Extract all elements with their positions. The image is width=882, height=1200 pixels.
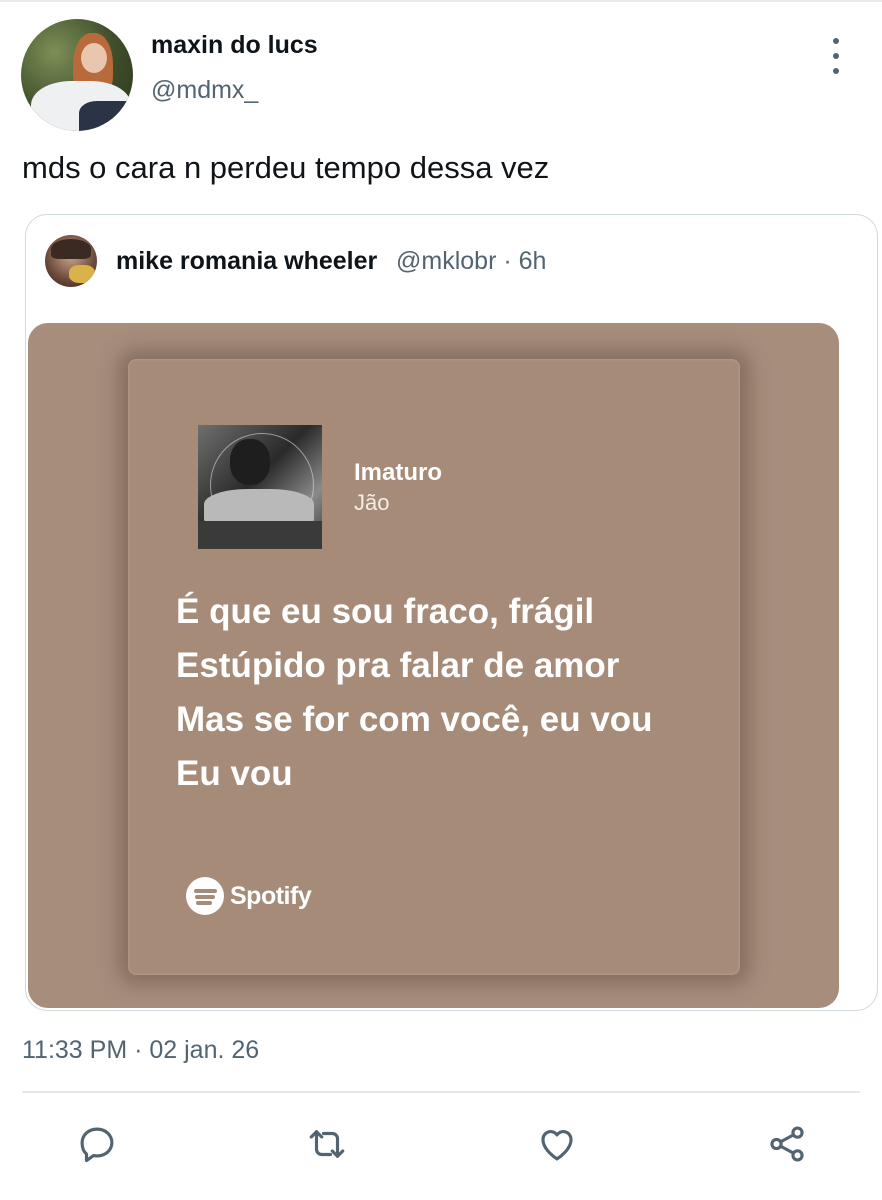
tweet-timestamp[interactable]: 11:33 PM · 02 jan. 26 [22,1036,259,1065]
quoted-author-avatar[interactable] [45,235,97,287]
retweet-icon [309,1130,345,1158]
author-name[interactable]: maxin do lucs [151,31,318,60]
quoted-media-image[interactable]: Imaturo Jão É que eu sou fraco, frágil E… [28,323,839,1008]
lyric-line: Estúpido pra falar de amor [176,646,620,685]
divider [22,1091,860,1093]
tweet-text: mds o cara n perdeu tempo dessa vez [22,150,550,185]
like-button[interactable] [533,1120,581,1168]
share-button[interactable] [763,1120,811,1168]
author-avatar[interactable] [21,19,133,131]
lyric-line: Eu vou [176,754,293,793]
reply-button[interactable] [73,1120,121,1168]
more-options-icon[interactable] [823,38,849,74]
quoted-author-name[interactable]: mike romania wheeler [116,247,377,276]
author-handle[interactable]: @mdmx_ [151,76,258,105]
lyric-line: Mas se for com você, eu vou [176,700,653,739]
spotify-brand: Spotify [186,877,312,915]
lyric-line: É que eu sou fraco, frágil [176,592,595,631]
reply-icon [80,1127,114,1163]
spotify-wordmark: Spotify [230,881,312,910]
share-icon [770,1126,804,1162]
spotify-lyrics-card: Imaturo Jão É que eu sou fraco, frágil E… [128,359,740,975]
song-artist: Jão [354,490,390,515]
quoted-author-handle-time[interactable]: @mklobr · 6h [396,247,546,276]
top-border [0,0,882,2]
song-title: Imaturo [354,459,443,486]
retweet-button[interactable] [303,1120,351,1168]
album-cover [198,425,322,549]
quoted-tweet[interactable]: mike romania wheeler @mklobr · 6h Imatur… [25,214,878,1011]
like-icon [541,1130,573,1161]
lyrics: É que eu sou fraco, frágil Estúpido pra … [176,585,653,801]
spotify-logo-icon [186,877,224,915]
